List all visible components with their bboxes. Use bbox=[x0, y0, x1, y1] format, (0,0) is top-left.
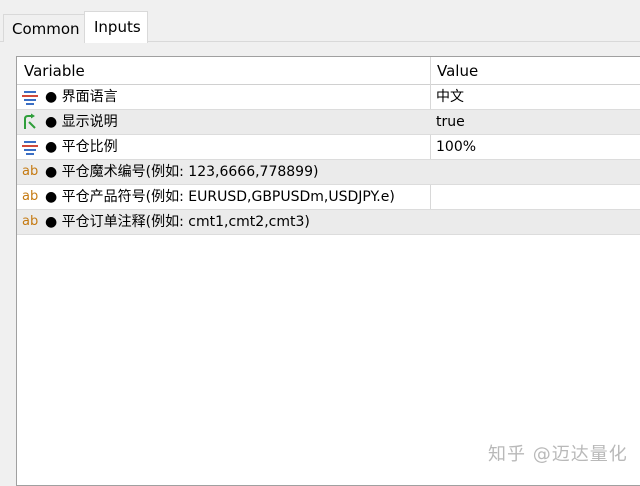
table-row[interactable]: ● 显示说明 true bbox=[17, 110, 640, 135]
table-row[interactable]: ab ● 平仓魔术编号(例如: 123,6666,778899) bbox=[17, 160, 640, 185]
table-row[interactable]: ● 平仓比例 100% bbox=[17, 135, 640, 160]
tab-inputs[interactable]: Inputs bbox=[84, 11, 148, 43]
string-icon: ab bbox=[22, 164, 39, 179]
variable-value[interactable]: true bbox=[436, 110, 465, 135]
table-row[interactable]: ab ● 平仓订单注释(例如: cmt1,cmt2,cmt3) bbox=[17, 210, 640, 235]
table-row[interactable]: ● 界面语言 中文 bbox=[17, 85, 640, 110]
watermark: 知乎 @迈达量化 bbox=[488, 444, 628, 465]
enum-icon bbox=[22, 141, 38, 155]
tab-common[interactable]: Common bbox=[3, 14, 85, 42]
variable-name: ● 平仓订单注释(例如: cmt1,cmt2,cmt3) bbox=[45, 214, 310, 230]
bool-icon bbox=[24, 113, 36, 129]
enum-icon bbox=[22, 91, 38, 105]
column-header-variable[interactable]: Variable bbox=[24, 57, 85, 85]
string-icon: ab bbox=[22, 214, 39, 229]
variable-name: ● 平仓魔术编号(例如: 123,6666,778899) bbox=[45, 164, 319, 180]
table-row[interactable]: ab ● 平仓产品符号(例如: EURUSD,GBPUSDm,USDJPY.e) bbox=[17, 185, 640, 210]
variable-name: ● 平仓产品符号(例如: EURUSD,GBPUSDm,USDJPY.e) bbox=[45, 189, 395, 205]
variable-name: ● 平仓比例 bbox=[45, 139, 118, 155]
inputs-table: Variable Value ● 界面语言 中文 ● 显示说明 true ● 平… bbox=[16, 56, 640, 486]
variable-value[interactable]: 中文 bbox=[436, 85, 464, 110]
table-header: Variable Value bbox=[17, 57, 640, 85]
variable-name: ● 界面语言 bbox=[45, 89, 118, 105]
tab-strip: Common Inputs bbox=[0, 0, 640, 43]
string-icon: ab bbox=[22, 189, 39, 204]
column-header-value[interactable]: Value bbox=[437, 57, 478, 85]
variable-value[interactable]: 100% bbox=[436, 135, 476, 160]
variable-name: ● 显示说明 bbox=[45, 114, 118, 130]
